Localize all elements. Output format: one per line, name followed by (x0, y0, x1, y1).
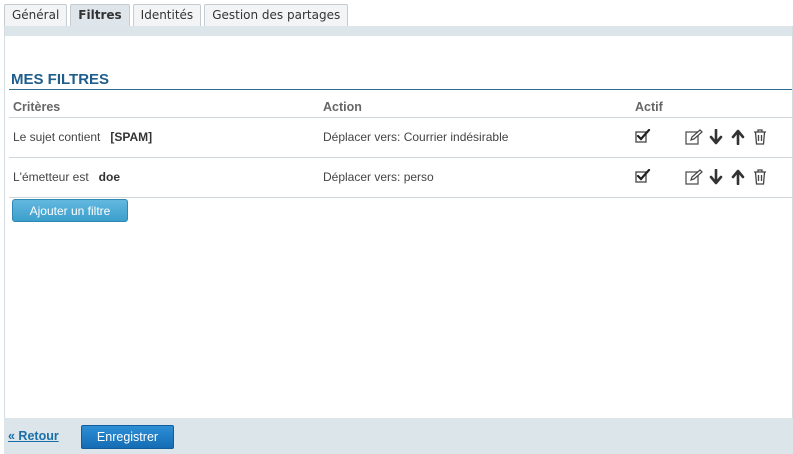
trash-icon[interactable] (751, 128, 769, 146)
checkmark-icon (635, 129, 651, 143)
footer-bar: « Retour Enregistrer (4, 418, 793, 454)
save-button[interactable]: Enregistrer (81, 425, 174, 449)
header-action: Action (319, 97, 631, 118)
criteria-cell: L'émetteur est doe (9, 157, 319, 198)
section-title: MES FILTRES (11, 71, 110, 88)
tools-cell (679, 117, 792, 158)
trash-icon[interactable] (751, 168, 769, 186)
arrow-down-icon[interactable] (707, 128, 725, 146)
action-cell: Déplacer vers: perso (319, 157, 631, 198)
filters-panel: MES FILTRES Critères Action Actif Le suj… (4, 26, 793, 454)
arrow-up-icon[interactable] (729, 168, 747, 186)
filters-table: Critères Action Actif Le sujet contient [… (9, 97, 792, 198)
active-cell (631, 157, 679, 198)
header-active: Actif (631, 97, 679, 118)
section-divider (9, 89, 792, 90)
active-checkbox[interactable] (635, 128, 651, 144)
tools-cell (679, 157, 792, 198)
criteria-value: doe (98, 170, 121, 184)
table-row: Le sujet contient [SPAM] Déplacer vers: C… (9, 117, 792, 158)
table-row: L'émetteur est doe Déplacer vers: perso (9, 157, 792, 198)
header-tools (679, 97, 792, 118)
back-link[interactable]: « Retour (8, 429, 59, 443)
tab-identites[interactable]: Identités (132, 4, 202, 27)
action-cell: Déplacer vers: Courrier indésirable (319, 117, 631, 158)
criteria-value: [SPAM] (110, 130, 153, 144)
arrow-down-icon[interactable] (707, 168, 725, 186)
tab-general[interactable]: Général (4, 4, 68, 27)
arrow-up-icon[interactable] (729, 128, 747, 146)
criteria-cell: Le sujet contient [SPAM] (9, 117, 319, 158)
tab-filtres[interactable]: Filtres (70, 4, 130, 27)
tab-bar: Général Filtres Identités Gestion des pa… (4, 4, 349, 27)
criteria-label: L'émetteur est (13, 170, 89, 184)
checkmark-icon (635, 169, 651, 183)
criteria-label: Le sujet contient (13, 130, 101, 144)
active-checkbox[interactable] (635, 168, 651, 184)
add-filter-button[interactable]: Ajouter un filtre (12, 199, 128, 222)
active-cell (631, 117, 679, 158)
table-header-row: Critères Action Actif (9, 97, 792, 118)
panel-top-bar (5, 26, 792, 36)
edit-icon[interactable] (685, 128, 703, 146)
tab-gestion-partages[interactable]: Gestion des partages (204, 4, 349, 27)
header-criteria: Critères (9, 97, 319, 118)
edit-icon[interactable] (685, 168, 703, 186)
